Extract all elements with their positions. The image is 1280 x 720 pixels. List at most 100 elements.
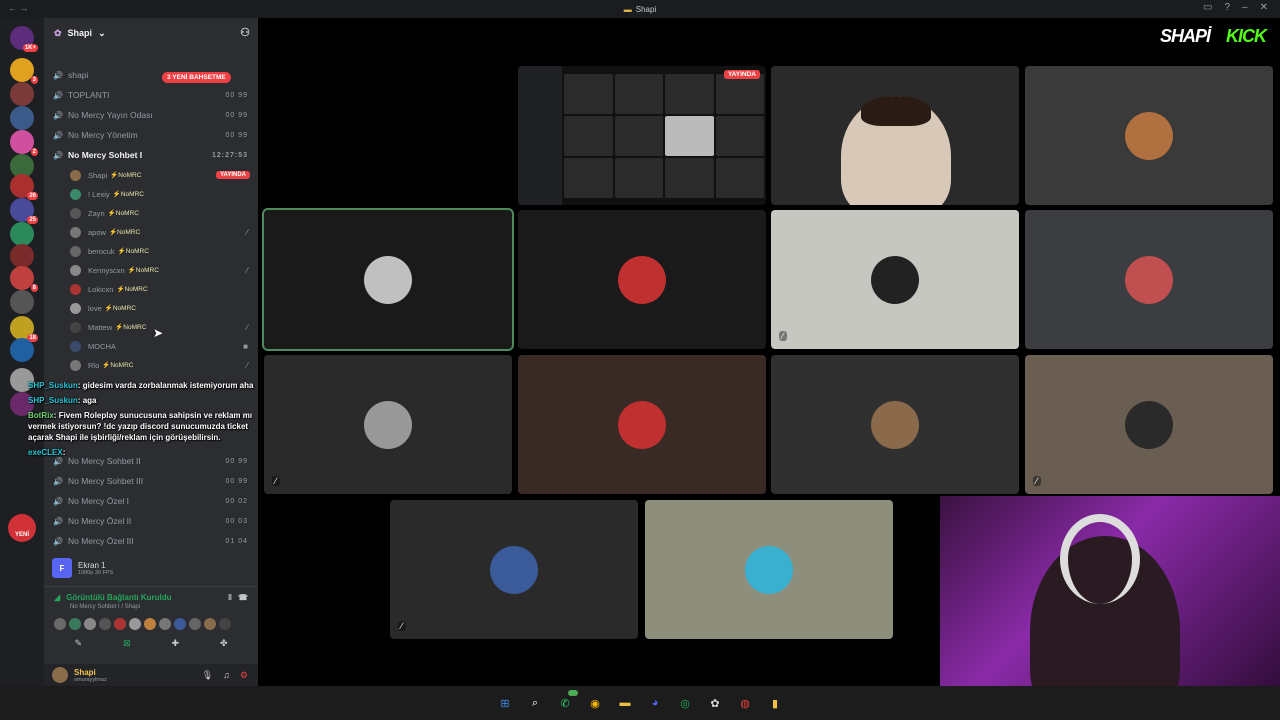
folder-icon[interactable]: ▬ [615,693,635,713]
server-header[interactable]: ✿ Shapi ⌄ ⚇ [44,18,258,48]
user-name: MOCHA [88,341,116,351]
voice-channel[interactable]: 🔊 No Mercy Özel I 00 02 [52,492,252,510]
disconnect-icon[interactable]: ☎ [238,593,248,602]
voice-channel[interactable]: 🔊 No Mercy Sohbet III 00 99 [52,472,252,490]
voice-user[interactable]: love ⚡NoMRC [70,299,254,317]
server-icon[interactable]: 8 [10,266,38,292]
noise-suppression-icon[interactable]: ‖ [228,593,232,602]
windows-start-icon[interactable]: ⊞ [495,693,515,713]
mic-off-icon: ⁄ [246,227,248,237]
soundboard-icon[interactable]: ✤ [220,638,228,649]
participant-tile[interactable] [771,66,1019,205]
browser-icon[interactable]: ◍ [735,693,755,713]
voice-channel[interactable]: 🔊 No Mercy Özel II 00 03 [52,512,252,530]
user-name: Lokicxn [88,284,114,294]
chrome-icon[interactable]: ◉ [585,693,605,713]
participant-tile[interactable]: ⁄ [390,500,638,639]
avatar [70,169,81,181]
voice-channel[interactable]: 🔊 No Mercy Özel III 01 04 [52,532,252,550]
user-name: Kennyscxn [88,265,125,275]
avatar [1125,400,1173,449]
gear-icon[interactable]: ⚙ [240,670,248,681]
user-tag-text: NoMRC [125,248,149,255]
server-icon[interactable] [10,290,34,314]
voice-user[interactable]: berocuk ⚡NoMRC [70,242,254,260]
voice-user[interactable]: Lokicxn ⚡NoMRC [70,280,254,298]
screen-share-icon[interactable]: ⊠ [123,638,131,649]
voice-user[interactable]: Kennyscxn ⚡NoMRC ⁄ [70,261,254,279]
participant-tile[interactable] [262,208,514,351]
new-servers-badge[interactable]: YENİ [8,514,36,542]
server-icon[interactable] [10,338,34,362]
voice-user[interactable]: Shapi ⚡NoMRC YAYINDA [70,166,254,184]
camera-off-icon[interactable]: ✎ [74,638,82,649]
server-icon[interactable] [10,244,34,268]
help-icon[interactable]: ? [1224,2,1230,13]
preview-cell [665,116,714,156]
mouse-cursor-icon: ➤ [153,326,164,340]
add-member-icon[interactable]: ⚇ [240,26,250,39]
channel-user-count: 00 02 [225,497,248,505]
voice-channel[interactable]: 🔊 No Mercy Yönetim 00 99 [52,126,252,144]
voice-channel[interactable]: 🔊 No Mercy Yayın Odası 00 99 [52,106,252,124]
server-icon[interactable]: 1K+ [10,26,38,52]
server-icon[interactable]: 3 [10,58,38,84]
headset-icon [1060,514,1140,604]
participant-tile[interactable] [771,355,1019,494]
back-arrow-icon[interactable]: ← → [8,3,29,13]
avatar [871,400,919,449]
server-icon[interactable] [10,106,34,130]
webcam-hair [861,96,931,126]
participant-tile[interactable] [518,210,766,349]
user-panel: Shapi omurayylmaz 🎙 ♫ ⚙ [44,664,258,686]
server-icon[interactable]: 26 [10,174,38,200]
participant-tile[interactable] [1025,210,1273,349]
mic-icon[interactable]: 🎙 [202,670,213,681]
whatsapp-icon[interactable]: ✆ 37 [555,690,578,713]
minimize-icon[interactable]: – [1242,2,1248,13]
activities-icon[interactable]: ✚ [171,638,179,649]
preview-cell [564,158,613,198]
voice-user[interactable]: Zayn ⚡NoMRC [70,204,254,222]
voice-channel[interactable]: 🔊 TOPLANTI 00 99 [52,86,252,104]
close-icon[interactable]: ✕ [1260,2,1268,13]
user-name: berocuk [88,246,115,256]
voice-user[interactable]: apow ⚡NoMRC ⁄ [70,223,254,241]
voice-channel[interactable]: 🔊 No Mercy Sohbet I 12:27:53 [52,146,252,164]
participant-tile[interactable]: YAYINDA [518,66,766,205]
participant-avatar [54,618,66,630]
voice-channel[interactable]: 🔊 shapi [52,66,252,84]
participant-avatar [69,618,81,630]
server-icon[interactable] [10,82,34,106]
channel-user-count: 01 04 [225,537,248,545]
voice-user[interactable]: ! Lexiy ⚡NoMRC [70,185,254,203]
app-icon[interactable]: ✿ [705,693,725,713]
participant-tile[interactable]: ⁄ [1025,355,1273,494]
participant-tile[interactable]: ⁄ [264,355,512,494]
speaker-icon: 🔊 [53,516,63,526]
participant-tile[interactable] [518,355,766,494]
avatar[interactable] [52,667,68,683]
preview-cell [665,74,714,114]
server-icon[interactable]: 18 [10,316,38,342]
participant-tile[interactable] [1025,66,1273,205]
participant-tile[interactable] [645,500,893,639]
server-badge: 3 [30,76,38,84]
stream-chat-overlay: SHP_Suskun: gidesim varda zorbalanmak is… [28,380,256,462]
notes-icon[interactable]: ▮ [765,693,785,713]
preview-cell [564,74,613,114]
search-icon[interactable]: ⌕ [525,693,545,713]
server-icon[interactable]: 25 [10,198,38,224]
inbox-icon[interactable]: ▭ [1203,2,1212,13]
avatar [364,400,412,449]
chat-username: SHP_Suskun [28,381,78,390]
discord-icon[interactable]: ◕ [645,693,665,713]
server-icon[interactable]: 2 [10,130,38,156]
server-icon[interactable] [10,222,34,246]
headphones-icon[interactable]: ♫ [223,670,230,681]
participant-tile[interactable]: ⁄ [771,210,1019,349]
preview-cell [665,158,714,198]
voice-user[interactable]: Rlo ⚡NoMRC ⁄ [70,356,254,374]
spotify-icon[interactable]: ◎ [675,693,695,713]
channel-user-count: 00 99 [225,91,248,99]
